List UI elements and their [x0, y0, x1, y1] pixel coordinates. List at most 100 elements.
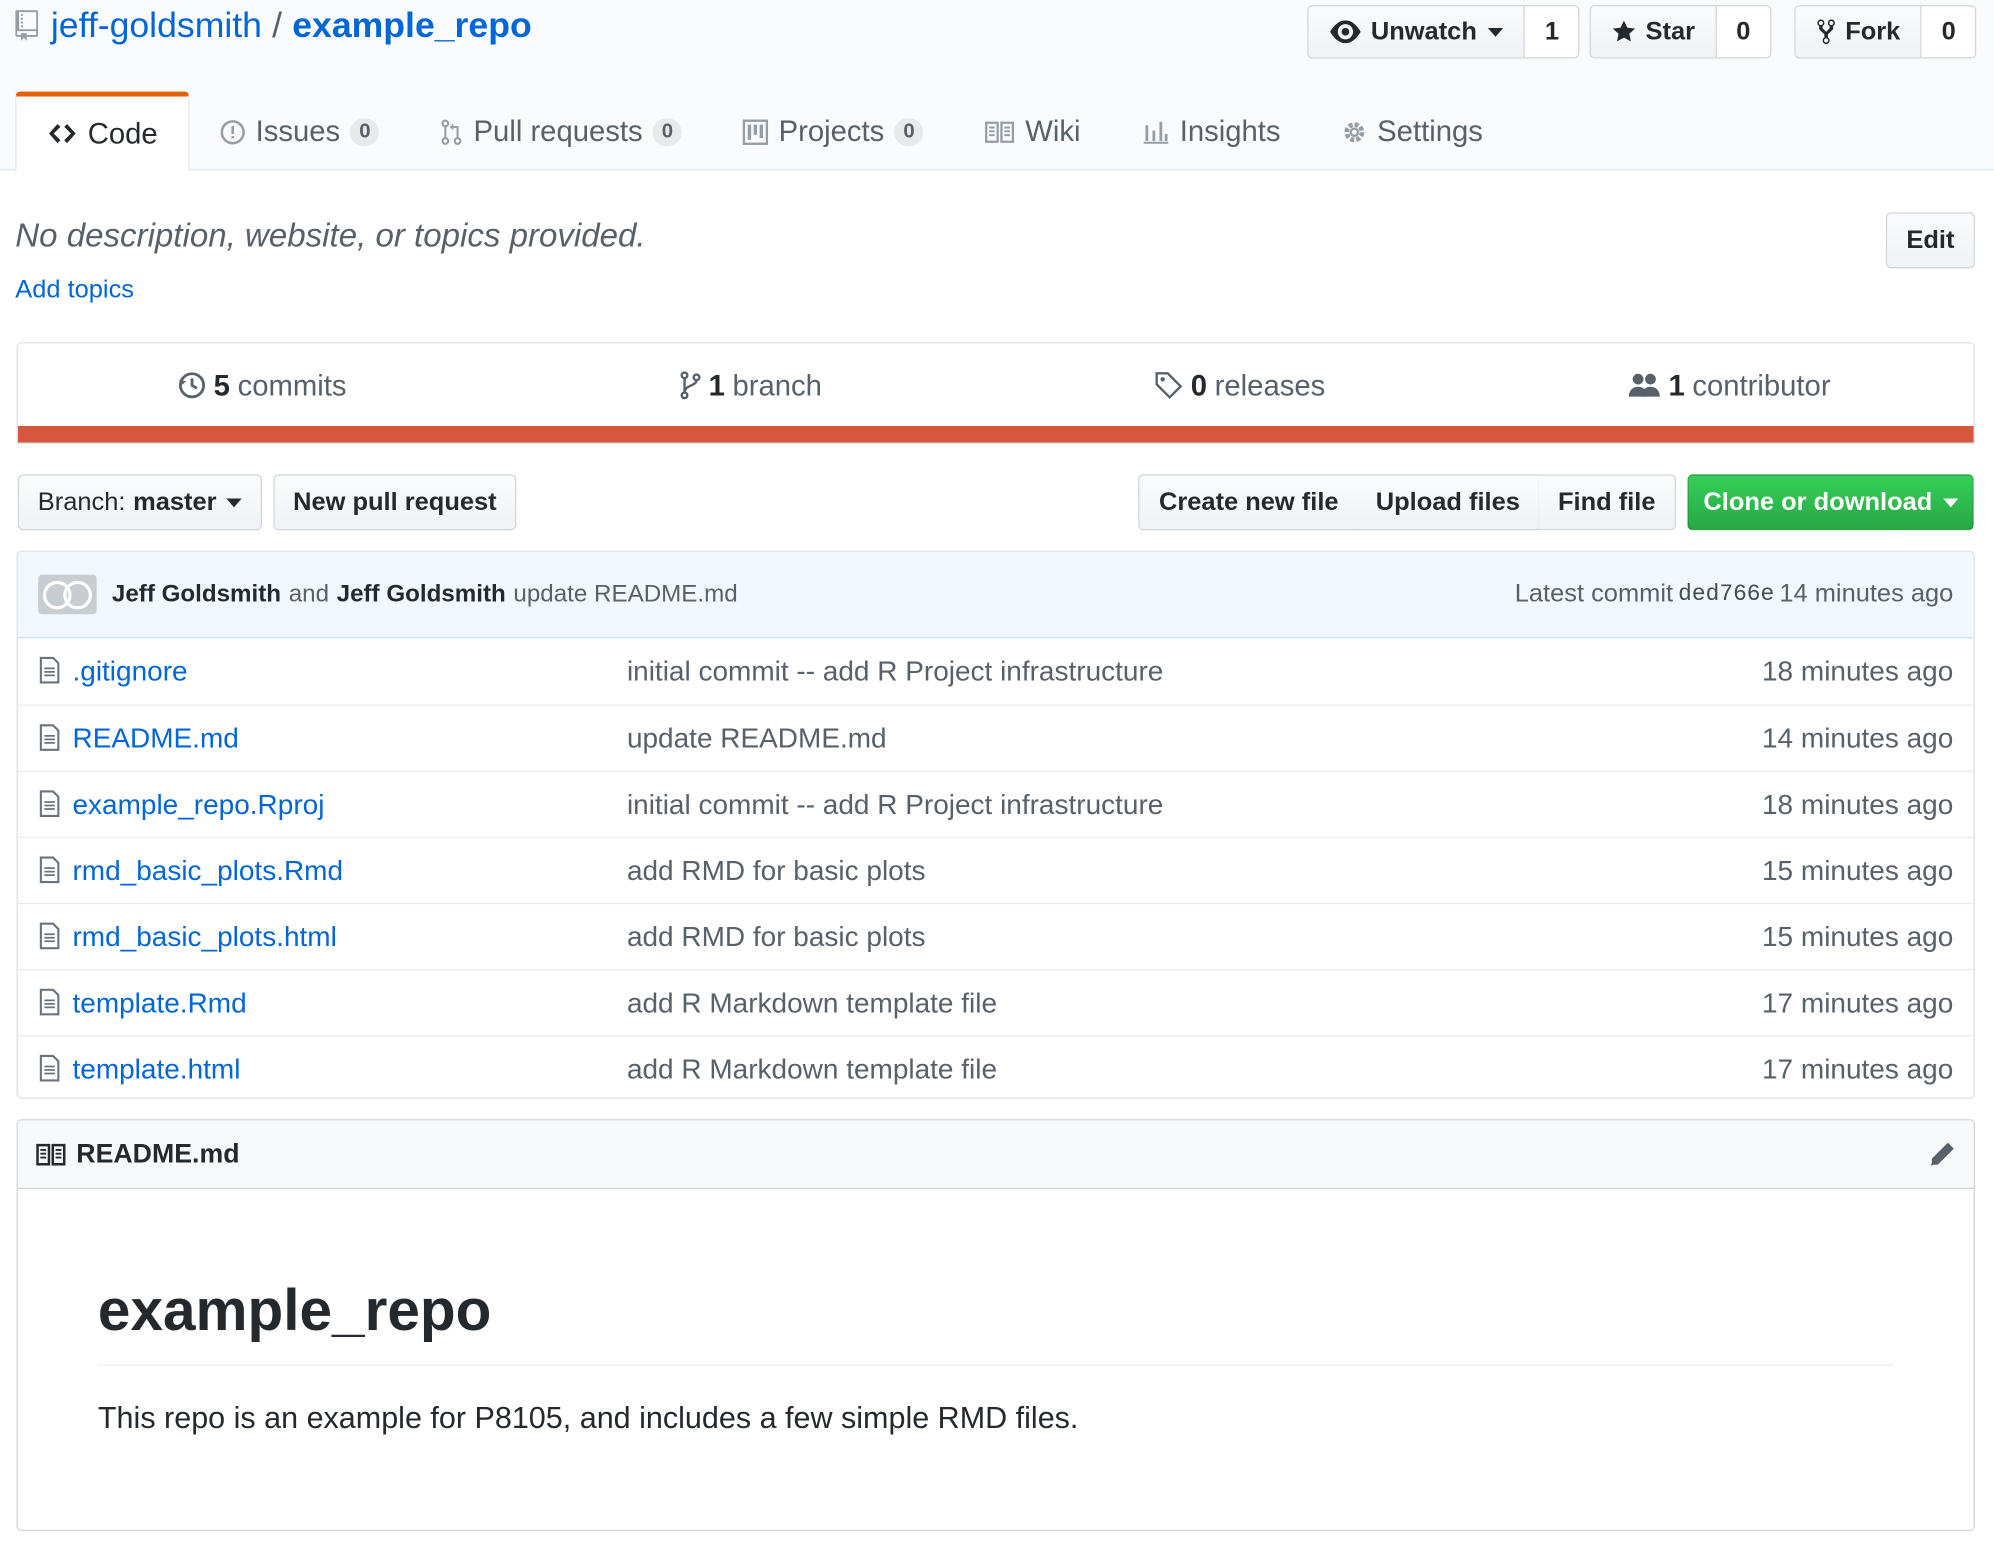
- tab-issues-label: Issues: [255, 114, 341, 148]
- file-icon: [39, 988, 60, 1016]
- branches-label: branch: [732, 368, 822, 402]
- star-button[interactable]: Star: [1590, 6, 1717, 58]
- watch-button[interactable]: Unwatch: [1308, 6, 1526, 58]
- file-row: template.html add R Markdown template fi…: [17, 1035, 1974, 1097]
- watch-control: Unwatch 1: [1307, 5, 1580, 59]
- file-list: .gitignore initial commit -- add R Proje…: [17, 638, 1974, 1097]
- contributors-link[interactable]: 1 contributor: [1485, 343, 1974, 427]
- commit-committer-link[interactable]: Jeff Goldsmith: [337, 581, 506, 609]
- gear-icon: [1344, 121, 1365, 142]
- tab-wiki[interactable]: Wiki: [954, 92, 1111, 172]
- history-icon: [178, 372, 206, 399]
- repo-owner-link[interactable]: jeff-goldsmith: [51, 5, 262, 46]
- file-row: README.md update README.md 14 minutes ag…: [17, 704, 1974, 771]
- repo-page: jeff-goldsmith / example_repo Unwatch 1 …: [0, 0, 1994, 1548]
- tab-insights[interactable]: Insights: [1111, 92, 1311, 172]
- commits-link[interactable]: 5 commits: [18, 343, 507, 427]
- forks-count[interactable]: 0: [1922, 6, 1975, 57]
- tab-projects-label: Projects: [778, 114, 885, 148]
- branch-select-button[interactable]: Branch: master: [17, 474, 262, 531]
- file-row: template.Rmd add R Markdown template fil…: [17, 969, 1974, 1035]
- chevron-down-icon: [1942, 497, 1958, 507]
- file-icon: [39, 856, 60, 884]
- file-name-link[interactable]: template.Rmd: [72, 986, 246, 1019]
- create-new-file-button[interactable]: Create new file: [1138, 474, 1360, 531]
- new-pull-request-button[interactable]: New pull request: [273, 474, 517, 531]
- commit-message-link[interactable]: update README.md: [513, 581, 737, 609]
- releases-link[interactable]: 0 releases: [996, 343, 1485, 427]
- commit-sha-link[interactable]: ded766e: [1678, 582, 1774, 607]
- upload-files-button[interactable]: Upload files: [1356, 474, 1541, 531]
- pull-request-icon: [441, 119, 462, 145]
- clone-or-download-button[interactable]: Clone or download: [1687, 474, 1974, 531]
- file-commit-message[interactable]: initial commit -- add R Project infrastr…: [627, 655, 1163, 688]
- file-age: 17 minutes ago: [1761, 1052, 1954, 1085]
- numbers-summary: 5 commits 1 branch 0 releases 1 contribu…: [16, 342, 1975, 444]
- pencil-icon[interactable]: [1928, 1140, 1956, 1168]
- stargazers-count[interactable]: 0: [1717, 6, 1770, 57]
- commits-label: commits: [237, 368, 347, 402]
- releases-count: 0: [1190, 368, 1208, 402]
- find-file-button[interactable]: Find file: [1538, 474, 1677, 531]
- tab-pull-requests[interactable]: Pull requests 0: [410, 92, 713, 172]
- file-name-link[interactable]: template.html: [72, 1052, 240, 1085]
- repo-description: No description, website, or topics provi…: [15, 216, 646, 255]
- chevron-down-icon: [1488, 27, 1504, 37]
- commit-age: 14 minutes ago: [1779, 579, 1954, 608]
- commit-and: and: [288, 580, 330, 608]
- branches-count: 1: [708, 368, 725, 402]
- file-name-link[interactable]: example_repo.Rproj: [72, 788, 324, 821]
- tab-settings-label: Settings: [1377, 114, 1483, 148]
- file-name-link[interactable]: rmd_basic_plots.html: [72, 920, 336, 953]
- branch-icon: [680, 371, 701, 400]
- tab-issues[interactable]: Issues 0: [189, 92, 409, 172]
- tab-settings[interactable]: Settings: [1311, 92, 1513, 172]
- file-commit-message[interactable]: add R Markdown template file: [627, 1052, 997, 1085]
- file-commit-message[interactable]: add RMD for basic plots: [627, 920, 926, 953]
- readme-heading: example_repo: [97, 1189, 1894, 1366]
- file-icon: [39, 790, 60, 817]
- issue-icon: [220, 119, 245, 144]
- fork-button[interactable]: Fork: [1795, 6, 1922, 58]
- file-name-link[interactable]: .gitignore: [72, 655, 187, 688]
- tab-pull-requests-label: Pull requests: [473, 114, 643, 148]
- repo-icon: [15, 10, 39, 41]
- tab-projects[interactable]: Projects 0: [712, 92, 954, 172]
- readme-panel: README.md example_repo This repo is an e…: [16, 1119, 1975, 1532]
- file-commit-message[interactable]: add RMD for basic plots: [627, 854, 926, 887]
- clone-label: Clone or download: [1703, 487, 1933, 516]
- readme-content: example_repo This repo is an example for…: [18, 1189, 1974, 1437]
- star-control: Star 0: [1589, 5, 1772, 59]
- repo-name-link[interactable]: example_repo: [292, 5, 531, 46]
- contributors-label: contributor: [1692, 368, 1831, 402]
- latest-commit-label: Latest commit: [1514, 579, 1674, 608]
- book-icon: [985, 120, 1015, 143]
- watchers-count[interactable]: 1: [1525, 6, 1578, 57]
- watch-label: Unwatch: [1370, 17, 1477, 46]
- commit-author-link[interactable]: Jeff Goldsmith: [112, 581, 281, 609]
- file-name-link[interactable]: README.md: [72, 722, 238, 755]
- branch-name: master: [133, 487, 217, 516]
- file-row: example_repo.Rproj initial commit -- add…: [17, 770, 1974, 837]
- tab-code[interactable]: Code: [15, 91, 190, 172]
- branches-link[interactable]: 1 branch: [507, 343, 996, 427]
- file-name-link[interactable]: rmd_basic_plots.Rmd: [72, 854, 343, 887]
- chevron-down-icon: [226, 497, 242, 507]
- language-bar[interactable]: [17, 426, 1974, 443]
- people-icon: [1628, 373, 1660, 397]
- file-commit-message[interactable]: add R Markdown template file: [627, 986, 997, 1019]
- file-row: .gitignore initial commit -- add R Proje…: [18, 638, 1974, 704]
- file-commit-message[interactable]: initial commit -- add R Project infrastr…: [627, 788, 1163, 821]
- file-icon: [39, 922, 60, 950]
- file-commit-message[interactable]: update README.md: [627, 722, 887, 755]
- graph-icon: [1143, 121, 1168, 144]
- readme-paragraph: This repo is an example for P8105, and i…: [97, 1401, 1079, 1436]
- octocat-icon: [42, 580, 92, 609]
- avatar[interactable]: [38, 574, 97, 615]
- file-browser: Jeff Goldsmith and Jeff Goldsmith update…: [16, 550, 1975, 1099]
- eye-icon: [1330, 20, 1361, 44]
- tag-icon: [1155, 372, 1183, 400]
- repo-header: jeff-goldsmith / example_repo Unwatch 1 …: [0, 0, 1994, 172]
- edit-description-button[interactable]: Edit: [1885, 212, 1975, 269]
- add-topics-link[interactable]: Add topics: [15, 276, 134, 305]
